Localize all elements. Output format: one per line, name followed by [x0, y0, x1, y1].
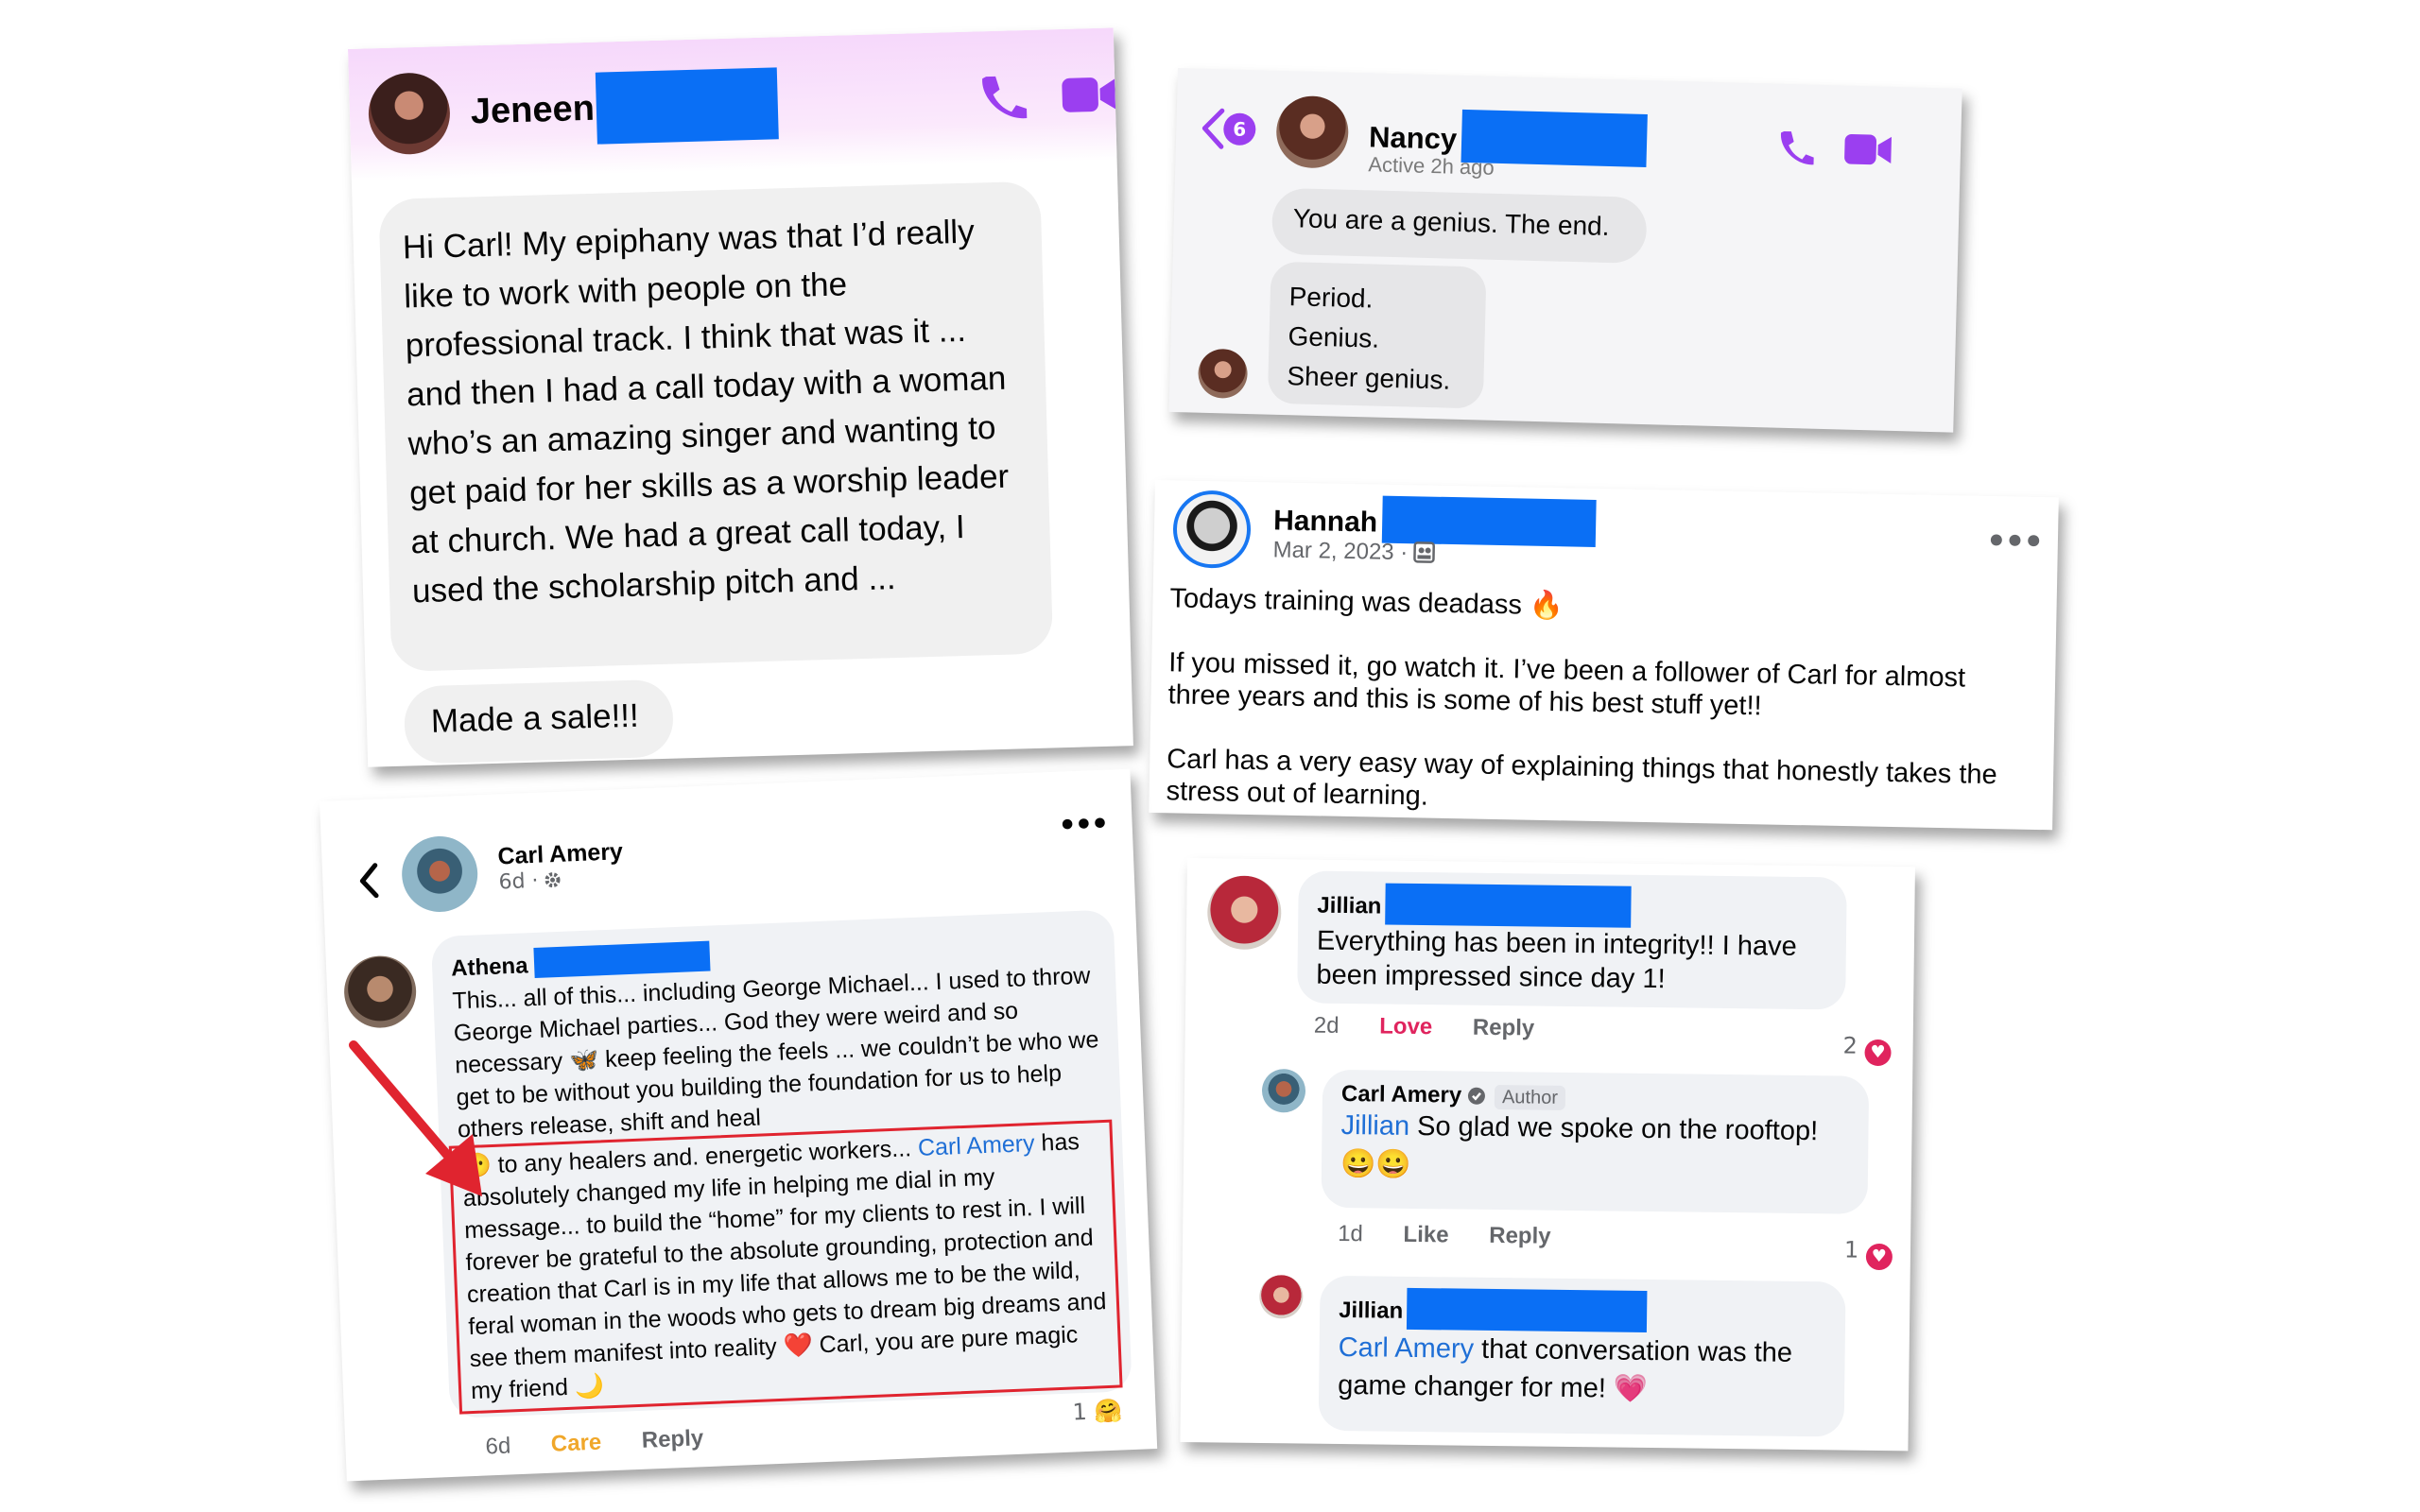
jillian-name[interactable]: Jillian — [1339, 1297, 1403, 1324]
carl-reply-bubble[interactable]: Carl Amery Author Jillian So glad we spo… — [1321, 1069, 1870, 1214]
nancy-message-bubble-1[interactable]: You are a genius. The end. — [1270, 187, 1648, 265]
jillian-comment-2-bubble[interactable]: Jillian Carl Amery that conversation was… — [1318, 1275, 1846, 1437]
video-icon[interactable] — [1841, 129, 1894, 171]
nancy-message-2-line: Period. — [1288, 282, 1374, 314]
settings-icon — [544, 872, 561, 888]
carl-amery-mention[interactable]: Carl Amery — [917, 1130, 1035, 1161]
athena-comment-text: This... all of this... including George … — [452, 962, 1099, 1143]
name-redaction — [533, 940, 711, 979]
love-reaction-button[interactable]: Love — [1379, 1013, 1432, 1040]
jeneen-message-text: Hi Carl! My epiphany was that I’d really… — [402, 213, 1010, 610]
carl-reply-avatar[interactable] — [1261, 1068, 1306, 1113]
jillian-avatar[interactable] — [1206, 875, 1282, 951]
athena-comment-bubble[interactable]: Athena This... all of this... including … — [430, 909, 1132, 1418]
phone-icon[interactable] — [973, 68, 1031, 127]
name-redaction — [1385, 883, 1633, 928]
jillian-small-avatar[interactable] — [1259, 1274, 1304, 1319]
carl-post-time[interactable]: 6d · — [498, 869, 539, 895]
unread-count-badge: 6 — [1222, 112, 1256, 146]
carl-amery-mention[interactable]: Carl Amery — [1338, 1332, 1474, 1365]
nancy-small-avatar — [1197, 348, 1249, 400]
reply-button[interactable]: Reply — [1473, 1015, 1535, 1041]
carl-post-author[interactable]: Carl Amery — [497, 838, 624, 870]
hannah-post-card: Hannah Mar 2, 2023 · ••• Todays training… — [1149, 480, 2059, 831]
jeneen-name[interactable]: Jeneen — [470, 88, 595, 132]
reply-button[interactable]: Reply — [641, 1425, 703, 1453]
reaction-count: 2 — [1842, 1032, 1858, 1059]
more-options-icon[interactable]: ••• — [1058, 808, 1108, 843]
carl-reply-author[interactable]: Carl Amery — [1341, 1081, 1461, 1108]
athena-name[interactable]: Athena — [451, 953, 528, 981]
reaction-count: 1 — [1072, 1398, 1088, 1426]
jeneen-message-card: Jeneen Hi Carl! My epiphany was that I’d… — [348, 27, 1133, 767]
name-redaction — [595, 67, 779, 145]
hannah-post-date[interactable]: Mar 2, 2023 · — [1272, 537, 1408, 565]
hug-reaction-icon[interactable]: 🤗 — [1094, 1397, 1123, 1424]
reply-button[interactable]: Reply — [1489, 1223, 1551, 1249]
jeneen-avatar[interactable] — [367, 72, 452, 156]
heart-reaction-icon[interactable]: ♥ — [1864, 1039, 1892, 1067]
name-redaction — [1407, 1287, 1648, 1332]
hannah-post-para: Carl has a very easy way of explaining t… — [1166, 744, 1998, 812]
jeneen-followup-text: Made a sale!!! — [430, 696, 640, 740]
jillian-comment-text: Everything has been in integrity!! I hav… — [1316, 925, 1797, 995]
hannah-post-para: If you missed it, go watch it. I’ve been… — [1167, 647, 1966, 722]
like-button[interactable]: Like — [1403, 1222, 1448, 1248]
shield-icon — [1467, 1087, 1485, 1105]
phone-icon[interactable] — [1772, 126, 1817, 170]
video-icon[interactable] — [1060, 71, 1117, 120]
nancy-avatar[interactable] — [1275, 94, 1350, 169]
jeneen-followup-bubble[interactable]: Made a sale!!! — [403, 679, 675, 765]
athena-avatar[interactable] — [342, 954, 418, 1030]
nancy-message-card: 6 Nancy Active 2h ago You are a genius. … — [1168, 68, 1962, 433]
jeneen-header: Jeneen — [348, 27, 1117, 181]
care-reaction-button[interactable]: Care — [550, 1430, 601, 1457]
hannah-name[interactable]: Hannah — [1273, 505, 1378, 538]
jillian-comments-card: Jillian Everything has been in integrity… — [1180, 858, 1915, 1452]
back-chevron-icon[interactable] — [354, 859, 385, 902]
hannah-avatar[interactable] — [1172, 490, 1252, 569]
group-icon — [1413, 541, 1435, 563]
nancy-message-2-line: Sheer genius. — [1287, 361, 1451, 395]
hannah-post-body: Todays training was deadass 🔥 If you mis… — [1166, 582, 2030, 823]
nancy-message-bubble-2[interactable]: Period. Genius. Sheer genius. — [1267, 261, 1487, 409]
carl-reply-text: So glad we spoke on the rooftop! — [1416, 1110, 1819, 1147]
highlight-box: 😶 to any healers and. energetic workers.… — [448, 1119, 1123, 1415]
nancy-message-1: You are a genius. The end. — [1292, 203, 1610, 242]
comment-time[interactable]: 2d — [1314, 1013, 1340, 1039]
carl-avatar[interactable] — [400, 834, 479, 914]
author-badge: Author — [1494, 1084, 1566, 1110]
jeneen-message-bubble[interactable]: Hi Carl! My epiphany was that I’d really… — [378, 180, 1054, 672]
nancy-name[interactable]: Nancy — [1369, 120, 1458, 155]
hannah-post-para: Todays training was deadass 🔥 — [1169, 583, 1564, 622]
carl-reply-emojis: 😀😀 — [1340, 1148, 1411, 1180]
reaction-count: 1 — [1843, 1236, 1859, 1263]
comment-time[interactable]: 6d — [485, 1433, 511, 1459]
jillian-comment-bubble[interactable]: Jillian Everything has been in integrity… — [1297, 870, 1847, 1010]
more-options-icon[interactable]: ••• — [1986, 523, 2043, 561]
red-arrow-annotation — [349, 1040, 482, 1196]
nancy-message-2-line: Genius. — [1288, 321, 1380, 353]
heart-reaction-icon[interactable]: ♥ — [1865, 1243, 1893, 1271]
jillian-name[interactable]: Jillian — [1317, 893, 1381, 919]
jillian-mention[interactable]: Jillian — [1340, 1110, 1409, 1142]
comment-time[interactable]: 1d — [1338, 1221, 1363, 1246]
